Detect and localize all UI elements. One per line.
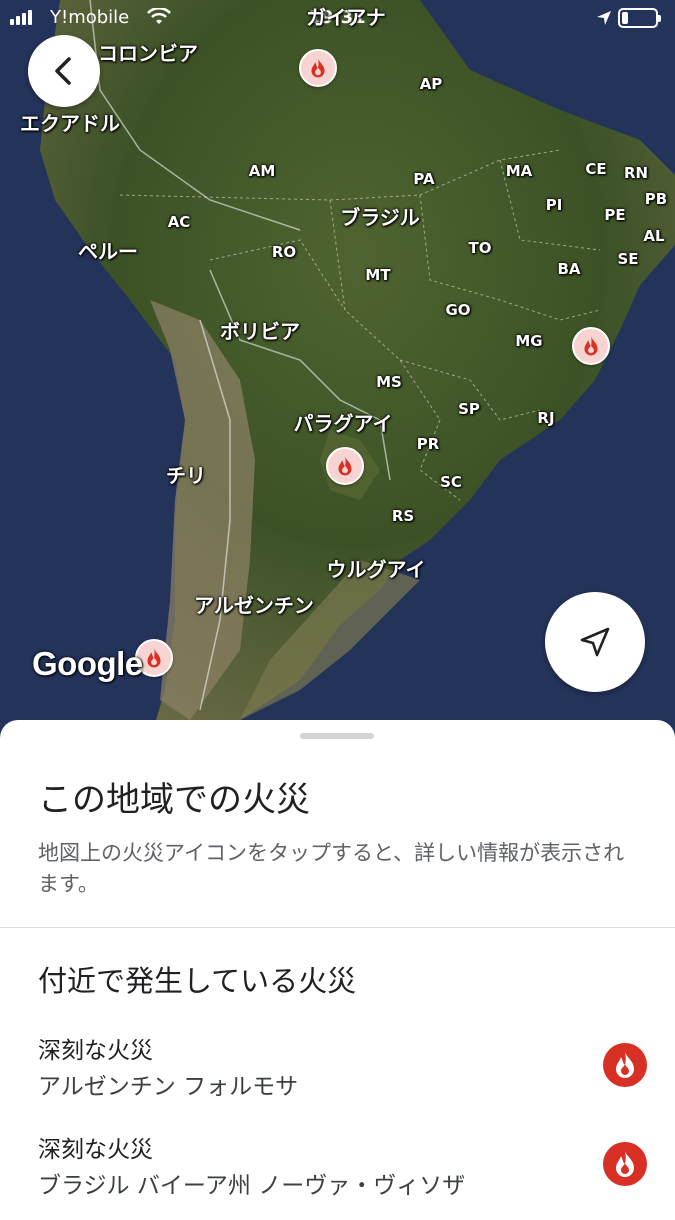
state-label: RN xyxy=(623,164,649,182)
country-label: アルゼンチン xyxy=(194,593,314,618)
back-arrow-icon xyxy=(55,57,71,85)
battery-icon xyxy=(618,8,661,28)
fire-map-marker[interactable] xyxy=(326,447,364,485)
drag-handle[interactable] xyxy=(300,733,374,739)
state-label: AP xyxy=(419,75,443,93)
wifi-icon xyxy=(147,8,171,24)
state-label: MS xyxy=(376,373,402,391)
country-label: チリ xyxy=(166,463,206,488)
fire-icon xyxy=(603,1043,647,1087)
state-label: BA xyxy=(557,260,581,278)
fire-location: ブラジル バイーア州 ノーヴァ・ヴィソザ xyxy=(38,1173,466,1199)
state-label: MG xyxy=(515,332,543,350)
state-label: PR xyxy=(416,435,440,453)
state-label: SC xyxy=(440,473,462,491)
state-label: PB xyxy=(644,190,668,208)
signal-icon xyxy=(10,10,32,25)
state-label: RS xyxy=(391,507,415,525)
sheet-title: この地域での火災 xyxy=(38,780,310,820)
divider xyxy=(0,927,675,928)
country-label: コロンビア xyxy=(98,41,198,66)
country-label: ウルグアイ xyxy=(326,557,426,582)
country-label: ガイアナ xyxy=(306,5,386,30)
fire-map-marker[interactable] xyxy=(299,49,337,87)
location-arrow-icon xyxy=(597,11,611,25)
state-label: RJ xyxy=(537,409,555,427)
carrier-label: Y!mobile xyxy=(50,7,130,28)
fire-icon xyxy=(584,336,598,356)
state-label: CE xyxy=(585,160,607,178)
state-label: TO xyxy=(468,239,492,257)
state-label: AC xyxy=(167,213,191,231)
fire-icon xyxy=(603,1142,647,1186)
state-label: SE xyxy=(617,250,639,268)
fire-severity: 深刻な火災 xyxy=(38,1137,153,1163)
google-logo: Google xyxy=(32,645,143,682)
state-label: GO xyxy=(445,301,471,319)
country-label: ボリビア xyxy=(220,319,300,344)
state-label: PA xyxy=(413,170,435,188)
sheet-description: 地図上の火災アイコンをタップすると、詳しい情報が表示されます。 xyxy=(38,841,625,896)
state-label: SP xyxy=(458,400,480,418)
country-label: エクアドル xyxy=(20,111,120,136)
state-label: MT xyxy=(365,266,391,284)
state-label: PI xyxy=(545,196,563,214)
fire-severity: 深刻な火災 xyxy=(38,1038,153,1064)
fire-map-marker[interactable] xyxy=(572,327,610,365)
fire-icon xyxy=(147,648,161,668)
country-label: ブラジル xyxy=(340,205,420,230)
fire-location: アルゼンチン フォルモサ xyxy=(38,1074,299,1100)
country-label: ペルー xyxy=(78,239,138,264)
map[interactable]: Y!mobile 19:31 コロンビア エクアドル ペルー ブラジル ボリビア パラグア… xyxy=(0,0,675,740)
fire-icon xyxy=(311,58,325,78)
fire-list-item[interactable]: 深刻な火災 アルゼンチン フォルモサ xyxy=(0,1031,675,1121)
state-label: PE xyxy=(604,206,626,224)
country-label: パラグアイ xyxy=(293,411,393,436)
fire-info-sheet: この地域での火災 地図上の火災アイコンをタップすると、詳しい情報が表示されます。… xyxy=(0,720,675,1200)
state-label: RO xyxy=(271,243,297,261)
fire-list-item[interactable]: 深刻な火災 ブラジル バイーア州 ノーヴァ・ヴィソザ xyxy=(0,1130,675,1220)
state-label: AM xyxy=(248,162,276,180)
state-label: MA xyxy=(505,162,533,180)
fire-icon xyxy=(338,456,352,476)
nearby-fires-title: 付近で発生している火災 xyxy=(38,964,357,998)
my-location-button[interactable] xyxy=(545,592,645,692)
navigation-arrow-icon xyxy=(580,627,610,657)
state-label: AL xyxy=(643,227,665,245)
back-button[interactable] xyxy=(28,35,100,107)
